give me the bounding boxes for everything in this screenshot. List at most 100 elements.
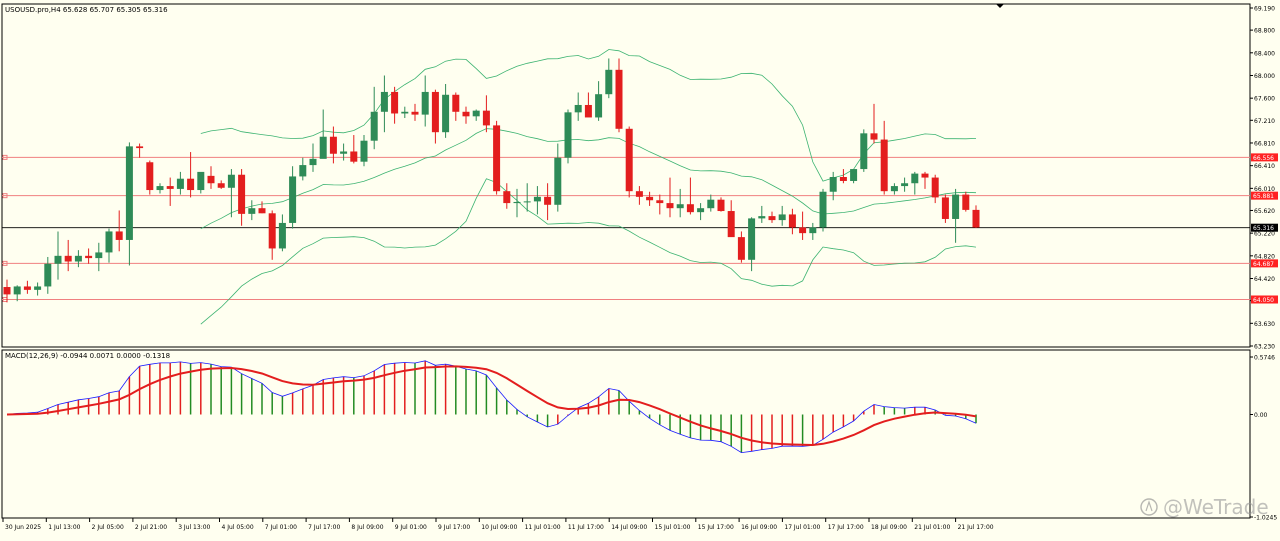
- candle: [676, 188, 684, 218]
- candle-body: [666, 203, 674, 209]
- candle-body: [768, 216, 776, 221]
- candle-body: [717, 199, 725, 212]
- candle-body: [248, 208, 256, 214]
- level-price-tag[interactable]: 64.050: [1253, 297, 1274, 304]
- chart-window[interactable]: 69.190 68.800 68.400 68.000 67.600 67.210 66.8…: [0, 0, 1280, 537]
- macd-tick-label: 0.00: [1254, 412, 1268, 419]
- candle: [248, 200, 256, 221]
- candle-body: [829, 177, 837, 192]
- time-tick-label: 3 Jul 13:00: [178, 524, 210, 531]
- candle-body: [238, 174, 246, 214]
- candle: [554, 143, 562, 212]
- candle-body: [901, 183, 909, 187]
- candle-body: [656, 200, 664, 204]
- candle-body: [574, 104, 582, 113]
- candle-body: [625, 128, 633, 192]
- macd-tick-label: 0.5746: [1254, 355, 1275, 362]
- candle-body: [370, 111, 378, 141]
- price-tick-label: 67.210: [1254, 118, 1275, 125]
- candle: [360, 135, 368, 167]
- candle: [737, 231, 745, 263]
- watermark-text: @WeTrade: [1163, 495, 1269, 519]
- candle: [717, 197, 725, 212]
- candle: [54, 231, 62, 280]
- candle-body: [360, 140, 368, 162]
- candle: [115, 210, 123, 252]
- candle-body: [207, 175, 215, 184]
- candle-body: [421, 91, 429, 115]
- candle: [421, 75, 429, 127]
- candle-body: [727, 211, 735, 238]
- chart-canvas[interactable]: 69.190 68.800 68.400 68.000 67.600 67.210 66.8…: [0, 0, 1280, 537]
- candle-body: [533, 196, 541, 202]
- candle-body: [391, 91, 399, 114]
- candle: [217, 180, 225, 189]
- candle: [758, 205, 766, 223]
- candle-body: [584, 104, 592, 118]
- time-tick-label: 21 Jul 17:00: [958, 524, 994, 531]
- price-tick-label: 68.800: [1254, 28, 1275, 35]
- candle: [635, 186, 643, 205]
- candle: [136, 143, 144, 158]
- candle-body: [187, 178, 195, 191]
- candle: [921, 171, 929, 189]
- price-tick-label: 64.420: [1254, 276, 1275, 283]
- price-tick-label: 68.400: [1254, 50, 1275, 57]
- candle: [401, 106, 409, 119]
- candle: [95, 242, 103, 272]
- signal-line: [6, 365, 977, 447]
- time-tick-label: 18 Jul 09:00: [871, 524, 907, 531]
- candle: [350, 135, 358, 164]
- candle: [880, 120, 888, 195]
- candle: [176, 171, 184, 195]
- candle-body: [707, 199, 715, 209]
- main-header: USOUSD.pro,H4 65.628 65.707 65.305 65.31…: [5, 6, 168, 14]
- time-tick-label: 8 Jul 09:00: [351, 524, 383, 531]
- candle: [615, 58, 623, 133]
- current-price-tag[interactable]: 65.316: [1253, 225, 1274, 232]
- candle-body: [778, 214, 786, 221]
- candle: [860, 129, 868, 172]
- candle-body: [850, 169, 858, 181]
- lower-band: [200, 178, 977, 325]
- candle-body: [890, 186, 898, 192]
- price-tick-label: 64.820: [1254, 253, 1275, 260]
- candle: [3, 279, 11, 303]
- time-tick-label: 9 Jul 17:00: [438, 524, 470, 531]
- candle-body: [411, 111, 419, 115]
- candle-body: [554, 157, 562, 205]
- candle: [156, 183, 164, 194]
- candle: [666, 177, 674, 218]
- candle: [605, 58, 613, 99]
- candle-body: [748, 218, 756, 260]
- time-tick-label: 7 Jul 17:00: [308, 524, 340, 531]
- price-tick-label: 63.230: [1254, 344, 1275, 351]
- candle: [380, 75, 388, 133]
- time-tick-label: 17 Jul 17:00: [828, 524, 864, 531]
- middle-band: [200, 128, 977, 230]
- time-tick-label: 2 Jul 21:00: [135, 524, 167, 531]
- candle: [462, 106, 470, 124]
- price-tick-label: 65.620: [1254, 208, 1275, 215]
- candle: [44, 256, 52, 294]
- candle: [972, 205, 980, 229]
- candle: [778, 205, 786, 226]
- level-price-tag[interactable]: 66.556: [1253, 155, 1274, 162]
- candle-body: [544, 196, 552, 205]
- level-price-tag[interactable]: 65.881: [1253, 193, 1274, 200]
- candle-body: [34, 286, 42, 290]
- candle-body: [268, 213, 276, 249]
- candle: [125, 142, 133, 266]
- candle: [289, 166, 297, 229]
- candle-body: [3, 287, 11, 295]
- candle-body: [523, 201, 531, 203]
- candle-body: [64, 255, 72, 262]
- candle: [870, 103, 878, 144]
- candle: [941, 194, 949, 223]
- candle-body: [615, 69, 623, 129]
- level-price-tag[interactable]: 64.687: [1253, 261, 1274, 268]
- time-tick-label: 11 Jul 17:00: [568, 524, 604, 531]
- candle-body: [686, 204, 694, 213]
- chart-shift-marker[interactable]: [996, 4, 1004, 8]
- candle: [850, 169, 858, 184]
